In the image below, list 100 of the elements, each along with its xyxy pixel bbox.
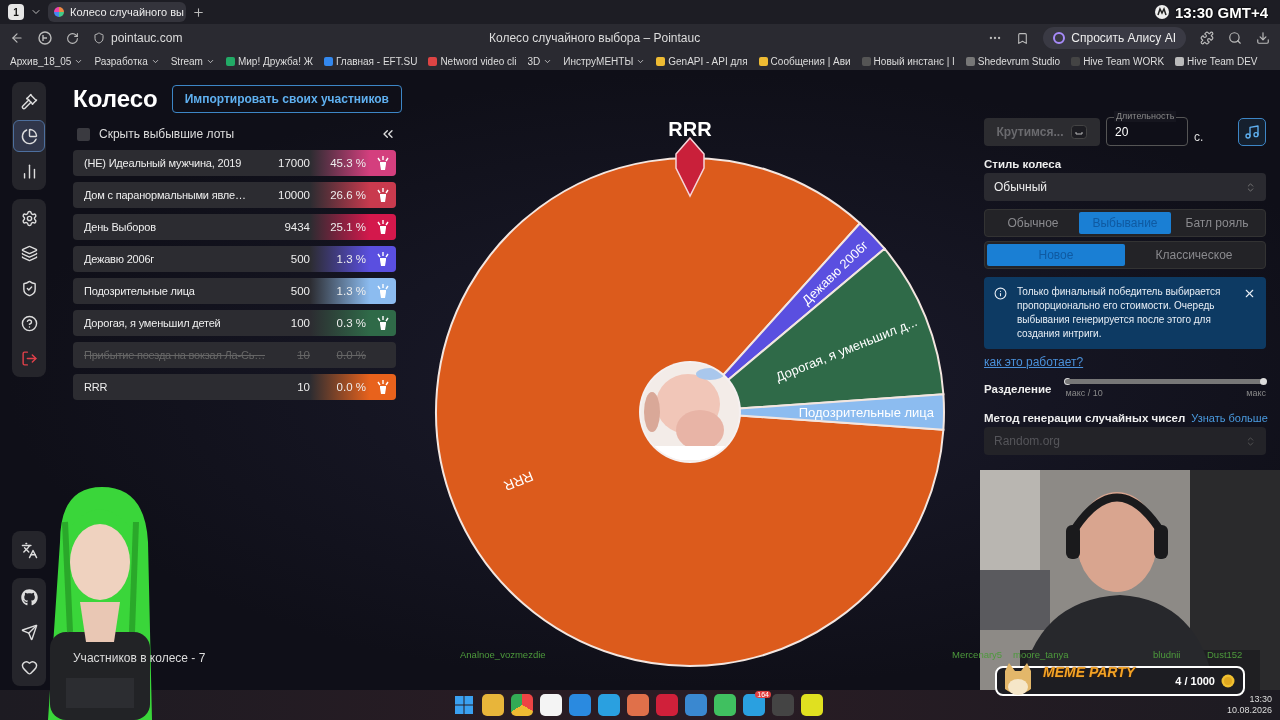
style-label: Стиль колеса xyxy=(984,158,1063,170)
lot-row[interactable]: (НЕ) Идеальный мужчина, 2019 17000 45.3 % xyxy=(73,150,396,176)
slider-thumb[interactable] xyxy=(1260,378,1267,385)
color-tab[interactable] xyxy=(370,374,396,400)
checkbox[interactable] xyxy=(77,127,90,141)
browser-tab[interactable]: Колесо случайного вы xyxy=(48,2,186,22)
translate-icon xyxy=(20,541,38,559)
segment-label: RRR xyxy=(501,468,536,495)
app-icon[interactable] xyxy=(627,694,649,716)
color-tab[interactable] xyxy=(370,310,396,336)
bookmark-folder[interactable]: Stream xyxy=(170,55,215,67)
music-button[interactable] xyxy=(1238,118,1266,146)
search-icon[interactable] xyxy=(1228,31,1242,45)
help-link[interactable]: как это работает? xyxy=(984,355,1084,369)
bookmark-folder[interactable]: Разработка xyxy=(94,55,160,67)
lamp-icon xyxy=(377,379,389,395)
bookmark-link[interactable]: Shedevrum Studio xyxy=(965,55,1061,67)
lot-percent: 0.0 % xyxy=(335,348,367,363)
app-icon[interactable] xyxy=(801,694,823,716)
color-tab[interactable] xyxy=(370,214,396,240)
sidebar-button[interactable] xyxy=(13,120,45,152)
extensions-icon[interactable] xyxy=(1200,31,1214,45)
music-icon xyxy=(1244,124,1260,140)
settings-icon xyxy=(20,209,38,227)
lot-row[interactable]: Дорогая, я уменьшил детей 100 0.3 % xyxy=(73,310,396,336)
lot-amount: 9434 xyxy=(283,221,310,233)
split-slider[interactable] xyxy=(1065,379,1266,384)
bookmark-icon[interactable] xyxy=(1016,31,1030,45)
page-title: Колесо случайного выбора – Pointauc xyxy=(489,31,701,45)
lot-amount: 500 xyxy=(289,253,310,265)
mode-tab[interactable]: Обычное xyxy=(987,212,1079,234)
windows-icon[interactable] xyxy=(453,694,475,716)
new-tab-icon[interactable] xyxy=(192,5,205,19)
lot-percent: 26.6 % xyxy=(310,182,370,208)
bookmark-link[interactable]: GenAPI - API для xyxy=(656,55,748,67)
split-label: Разделение xyxy=(984,382,1052,395)
alice-button[interactable]: Спросить Алису AI xyxy=(1043,27,1186,49)
bookmark-folder[interactable]: Архив_18_05 xyxy=(10,55,84,67)
winner-label: RRR xyxy=(668,118,712,140)
info-text: Только финальный победитель выбирается пропорционально его стоимости. Очередь выбывания генерируется после этого для создания интриги. xyxy=(1017,285,1222,341)
site-info-icon[interactable] xyxy=(93,32,105,44)
shield-check-icon xyxy=(20,279,38,297)
color-tab[interactable] xyxy=(370,246,396,272)
bookmark-link[interactable]: Hive Team WORK xyxy=(1071,55,1165,67)
layers-icon xyxy=(20,244,38,262)
bookmark-link[interactable]: Hive Team DEV xyxy=(1175,55,1258,67)
lot-percent: 1.3 % xyxy=(310,278,370,304)
lot-name: Дом с паранормальными явле… xyxy=(83,189,247,201)
bookmark-folder[interactable]: ИнструМЕНТЫ xyxy=(563,55,646,67)
lot-name: Дорогая, я уменьшил детей xyxy=(83,317,222,329)
info-icon xyxy=(994,287,1007,300)
lot-row[interactable]: RRR 10 0.0 % xyxy=(73,374,396,400)
workspace-badge[interactable]: 1 xyxy=(8,4,24,20)
lot-row[interactable]: Дежавю 2006г 500 1.3 % xyxy=(73,246,396,272)
lot-name: День Выборов xyxy=(83,221,157,233)
rng-label: Метод генерации случайных чисел xyxy=(984,412,1186,424)
back-icon[interactable] xyxy=(10,31,24,45)
send-icon xyxy=(20,623,38,641)
help-icon xyxy=(20,314,38,332)
close-icon[interactable] xyxy=(1243,287,1256,300)
lamp-icon xyxy=(377,155,389,171)
bookmark-link[interactable]: Netword video cli xyxy=(428,55,517,67)
logo-icon xyxy=(1155,5,1170,19)
bookmark-folder[interactable]: 3D xyxy=(527,55,553,67)
lot-name: Прибытие поезда на вокзал Ла-Сь… xyxy=(83,349,266,361)
lamp-icon xyxy=(377,315,389,331)
import-button[interactable]: Импортировать своих участников xyxy=(171,85,402,113)
app-icon[interactable] xyxy=(714,694,736,716)
bookmark-link[interactable]: Сообщения | Ави xyxy=(758,55,851,67)
bookmark-link[interactable]: Новый инстанс | I xyxy=(861,55,955,67)
lot-row[interactable]: Дом с паранормальными явле… 10000 26.6 % xyxy=(73,182,396,208)
lot-name: (НЕ) Идеальный мужчина, 2019 xyxy=(83,157,243,169)
lot-name: RRR xyxy=(83,381,109,393)
bookmark-link[interactable]: Главная - EFT.SU xyxy=(323,55,418,67)
color-tab[interactable] xyxy=(370,182,396,208)
logout-icon xyxy=(20,349,38,367)
style-select[interactable]: Обычный xyxy=(984,173,1266,201)
unit-label: с. xyxy=(1194,130,1204,144)
lot-percent: 0.0 % xyxy=(310,374,370,400)
variant-tab[interactable]: Классическое xyxy=(1125,244,1263,266)
segment-label: Подозрительные лица xyxy=(798,405,934,420)
url-text[interactable]: pointauc.com xyxy=(111,31,183,45)
color-tab[interactable] xyxy=(370,150,396,176)
reload-icon[interactable] xyxy=(66,31,79,45)
slider-max-label: макс xyxy=(1246,388,1266,398)
pointer-icon xyxy=(675,136,705,198)
lot-amount: 100 xyxy=(289,317,310,329)
meme-party-title: MEME PARTY xyxy=(1043,664,1136,680)
lot-row[interactable]: День Выборов 9434 25.1 % xyxy=(73,214,396,240)
lot-amount: 10 xyxy=(296,349,310,361)
lot-percent: 45.3 % xyxy=(310,150,370,176)
mode-tab[interactable]: Батл рояль xyxy=(1171,212,1263,234)
checkbox-label: Скрыть выбывшие лоты xyxy=(99,127,235,141)
download-icon[interactable] xyxy=(1256,31,1270,45)
meme-party-count: 4 / 1000 xyxy=(1175,675,1215,687)
lot-amount: 17000 xyxy=(277,157,310,169)
lot-row[interactable]: Подозрительные лица 500 1.3 % xyxy=(73,278,396,304)
bookmark-link[interactable]: Мир! Дружба! Ж xyxy=(225,55,313,67)
chat-username: bludnii xyxy=(1153,649,1181,660)
color-tab[interactable] xyxy=(370,278,396,304)
